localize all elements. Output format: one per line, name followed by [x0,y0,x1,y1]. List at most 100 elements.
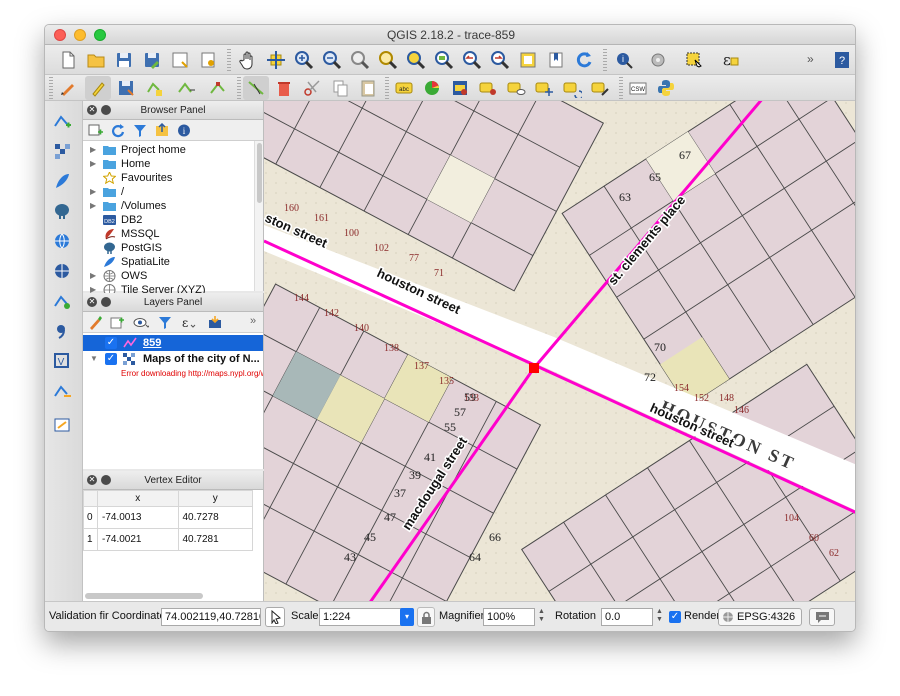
selected-vertex-marker[interactable] [529,363,539,373]
float-panel-icon[interactable] [101,475,111,485]
add-postgis-button[interactable] [49,199,75,223]
scale-field[interactable]: 1:224 [319,608,413,626]
layer-visibility-checkbox[interactable]: ✓ [105,337,117,349]
zoom-to-selection-button[interactable] [403,48,429,72]
toolbar-overflow[interactable]: » [807,52,814,66]
vertex-y-cell[interactable]: 40.7278 [177,506,253,529]
visibility-eye-icon[interactable] [133,315,149,330]
tree-item[interactable]: MSSQL [83,227,263,241]
layer-row-maps[interactable]: ▼ ✓ Maps of the city of N... [83,351,263,367]
move-label-button[interactable] [531,76,557,100]
crs-button[interactable]: EPSG:4326 [718,608,802,626]
render-checkbox[interactable]: ✓ [669,611,681,623]
zoom-next-button[interactable] [487,48,513,72]
magnifier-stepper[interactable]: ▲ ▼ [537,608,546,626]
zoom-native-button[interactable] [347,48,373,72]
close-panel-icon[interactable]: ✕ [87,105,97,115]
action-button[interactable] [645,48,671,72]
expand-arrow-icon[interactable]: ▶ [90,269,96,283]
open-project-button[interactable] [83,48,109,72]
pan-map-button[interactable] [235,48,261,72]
style-brush-icon[interactable] [87,315,103,330]
current-edits-button[interactable] [55,76,81,100]
tree-item[interactable]: ▶ Project home [83,143,263,157]
add-wcs-layer-button[interactable] [49,259,75,283]
horizontal-scrollbar[interactable] [85,593,203,599]
add-raster-layer-button[interactable] [49,139,75,163]
delete-selected-button[interactable] [271,76,297,100]
column-header-x[interactable]: x [97,490,179,507]
collapse-all-icon[interactable] [154,123,170,138]
magnifier-field[interactable]: 100% [483,608,535,626]
identify-features-button[interactable]: i [611,48,637,72]
refresh-button[interactable] [571,48,597,72]
expand-arrow-icon[interactable]: ▶ [90,157,96,171]
zoom-full-button[interactable] [375,48,401,72]
composer-manager-button[interactable] [195,48,221,72]
scale-dropdown-chevron-icon[interactable]: ▾ [400,608,414,626]
map-canvas[interactable]: 77 71 102 100 161 160 138 137 135 133 14… [264,101,855,601]
move-feature-button[interactable] [173,76,199,100]
copy-features-button[interactable] [327,76,353,100]
add-vector-layer-button[interactable] [49,109,75,133]
expand-arrow-icon[interactable]: ▶ [90,143,96,157]
expression-select-button[interactable]: ε [717,48,743,72]
style-manager-button[interactable] [419,76,445,100]
new-project-button[interactable] [55,48,81,72]
add-spatialite-button[interactable] [49,169,75,193]
pin-labels-button[interactable] [475,76,501,100]
layer-labeling-button[interactable] [447,76,473,100]
expand-all-icon[interactable] [207,315,223,330]
table-row[interactable]: 1 -74.0021 40.7281 [83,528,253,551]
close-panel-icon[interactable]: ✕ [87,475,97,485]
cut-features-button[interactable] [299,76,325,100]
python-console-button[interactable] [653,76,679,100]
properties-info-icon[interactable]: i [176,123,192,138]
tree-item[interactable]: DB2 DB2 [83,213,263,227]
float-panel-icon[interactable] [101,297,111,307]
tree-item[interactable]: PostGIS [83,241,263,255]
browser-scrollbar[interactable] [254,141,263,291]
tree-item[interactable]: ▶ OWS [83,269,263,283]
rotate-label-button[interactable] [559,76,585,100]
new-map-view-button[interactable] [515,48,541,72]
lock-scale-button[interactable] [417,607,435,627]
coordinate-field[interactable]: 74.002119,40.728105 [161,608,261,626]
save-as-button[interactable] [139,48,165,72]
csw-search-button[interactable]: CSW [625,76,651,100]
help-button[interactable]: ? [829,48,855,72]
expand-arrow-icon[interactable]: ▶ [90,185,96,199]
new-shapefile-button[interactable] [49,379,75,403]
filter-icon[interactable] [132,123,148,138]
layer-row-859[interactable]: ✓ 859 [83,335,263,351]
rotation-field[interactable]: 0.0 [601,608,653,626]
zoom-out-button[interactable] [319,48,345,72]
table-row[interactable]: 0 -74.0013 40.7278 [83,506,253,529]
float-panel-icon[interactable] [101,105,111,115]
expand-arrow-icon[interactable]: ▼ [90,351,98,367]
add-delimited-text-button[interactable] [49,319,75,343]
tree-item[interactable]: ▶ /Volumes [83,199,263,213]
layer-visibility-checkbox[interactable]: ✓ [105,353,117,365]
expand-arrow-icon[interactable]: ▶ [90,199,96,213]
show-hide-labels-button[interactable] [503,76,529,100]
close-panel-icon[interactable]: ✕ [87,297,97,307]
zoom-to-layer-button[interactable] [431,48,457,72]
select-features-button[interactable] [681,48,707,72]
toggle-editing-button[interactable] [85,76,111,100]
zoom-in-button[interactable] [291,48,317,72]
vertex-tool-button[interactable] [243,76,269,100]
paste-features-button[interactable] [355,76,381,100]
vertex-x-cell[interactable]: -74.0013 [97,506,179,529]
bookmarks-button[interactable] [543,48,569,72]
new-print-composer-button[interactable] [167,48,193,72]
tree-item[interactable]: Favourites [83,171,263,185]
save-layer-edits-button[interactable] [113,76,139,100]
filter-expression-icon[interactable]: ε [181,315,197,330]
tree-item[interactable]: ▶ / [83,185,263,199]
rotation-stepper[interactable]: ▲ ▼ [655,608,664,626]
vertex-y-cell[interactable]: 40.7281 [177,528,253,551]
new-scratch-layer-button[interactable] [49,413,75,437]
add-feature-button[interactable] [141,76,167,100]
refresh-icon[interactable] [110,123,126,138]
